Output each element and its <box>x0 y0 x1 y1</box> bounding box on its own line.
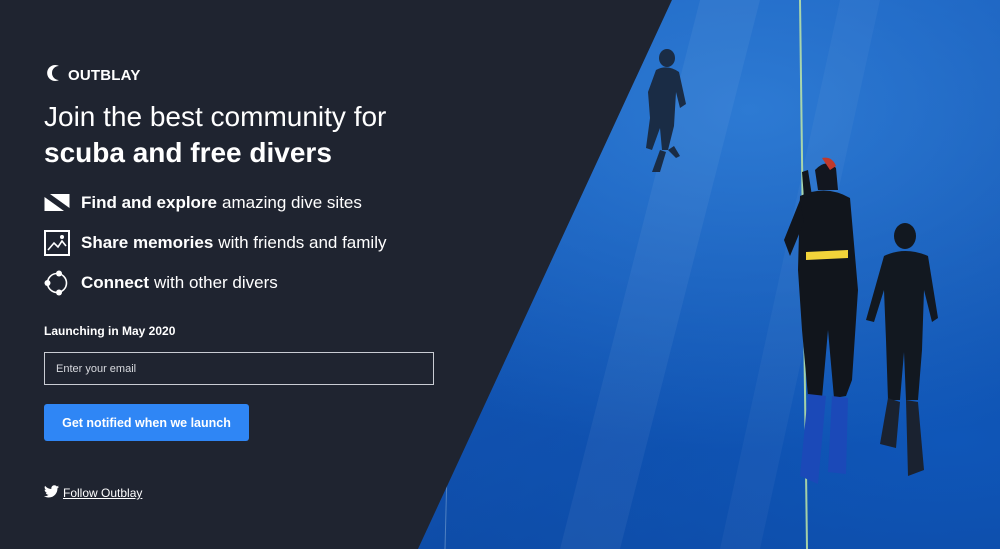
brand-name: OUTBLAY <box>68 66 141 84</box>
email-input[interactable] <box>44 352 434 385</box>
network-icon <box>44 270 70 296</box>
get-notified-button[interactable]: Get notified when we launch <box>44 404 249 441</box>
follow-link-label: Follow Outblay <box>63 486 143 500</box>
brand-logo[interactable]: OUTBLAY <box>44 64 141 87</box>
crescent-wave-icon <box>44 64 64 87</box>
feature-text: with other divers <box>154 273 278 292</box>
page-title: Join the best community for scuba and fr… <box>44 100 604 172</box>
photo-icon <box>44 230 70 256</box>
feature-text: with friends and family <box>218 233 387 252</box>
follow-twitter-link[interactable]: Follow Outblay <box>44 485 142 501</box>
dive-flag-icon <box>44 190 70 216</box>
feature-bold: Connect <box>81 273 149 292</box>
left-panel: OUTBLAY Join the best community for scub… <box>0 0 680 549</box>
headline-line-2: scuba and free divers <box>44 137 332 168</box>
feature-item-share: Share memories with friends and family <box>44 230 386 256</box>
diver-right <box>866 223 938 476</box>
feature-item-connect: Connect with other divers <box>44 270 386 296</box>
feature-list: Find and explore amazing dive sites Shar… <box>44 190 386 310</box>
twitter-icon <box>44 485 59 501</box>
launch-date-label: Launching in May 2020 <box>44 324 176 338</box>
feature-item-explore: Find and explore amazing dive sites <box>44 190 386 216</box>
headline-line-1: Join the best community for <box>44 101 387 132</box>
feature-text: amazing dive sites <box>222 193 362 212</box>
feature-bold: Find and explore <box>81 193 218 212</box>
feature-bold: Share memories <box>81 233 214 252</box>
